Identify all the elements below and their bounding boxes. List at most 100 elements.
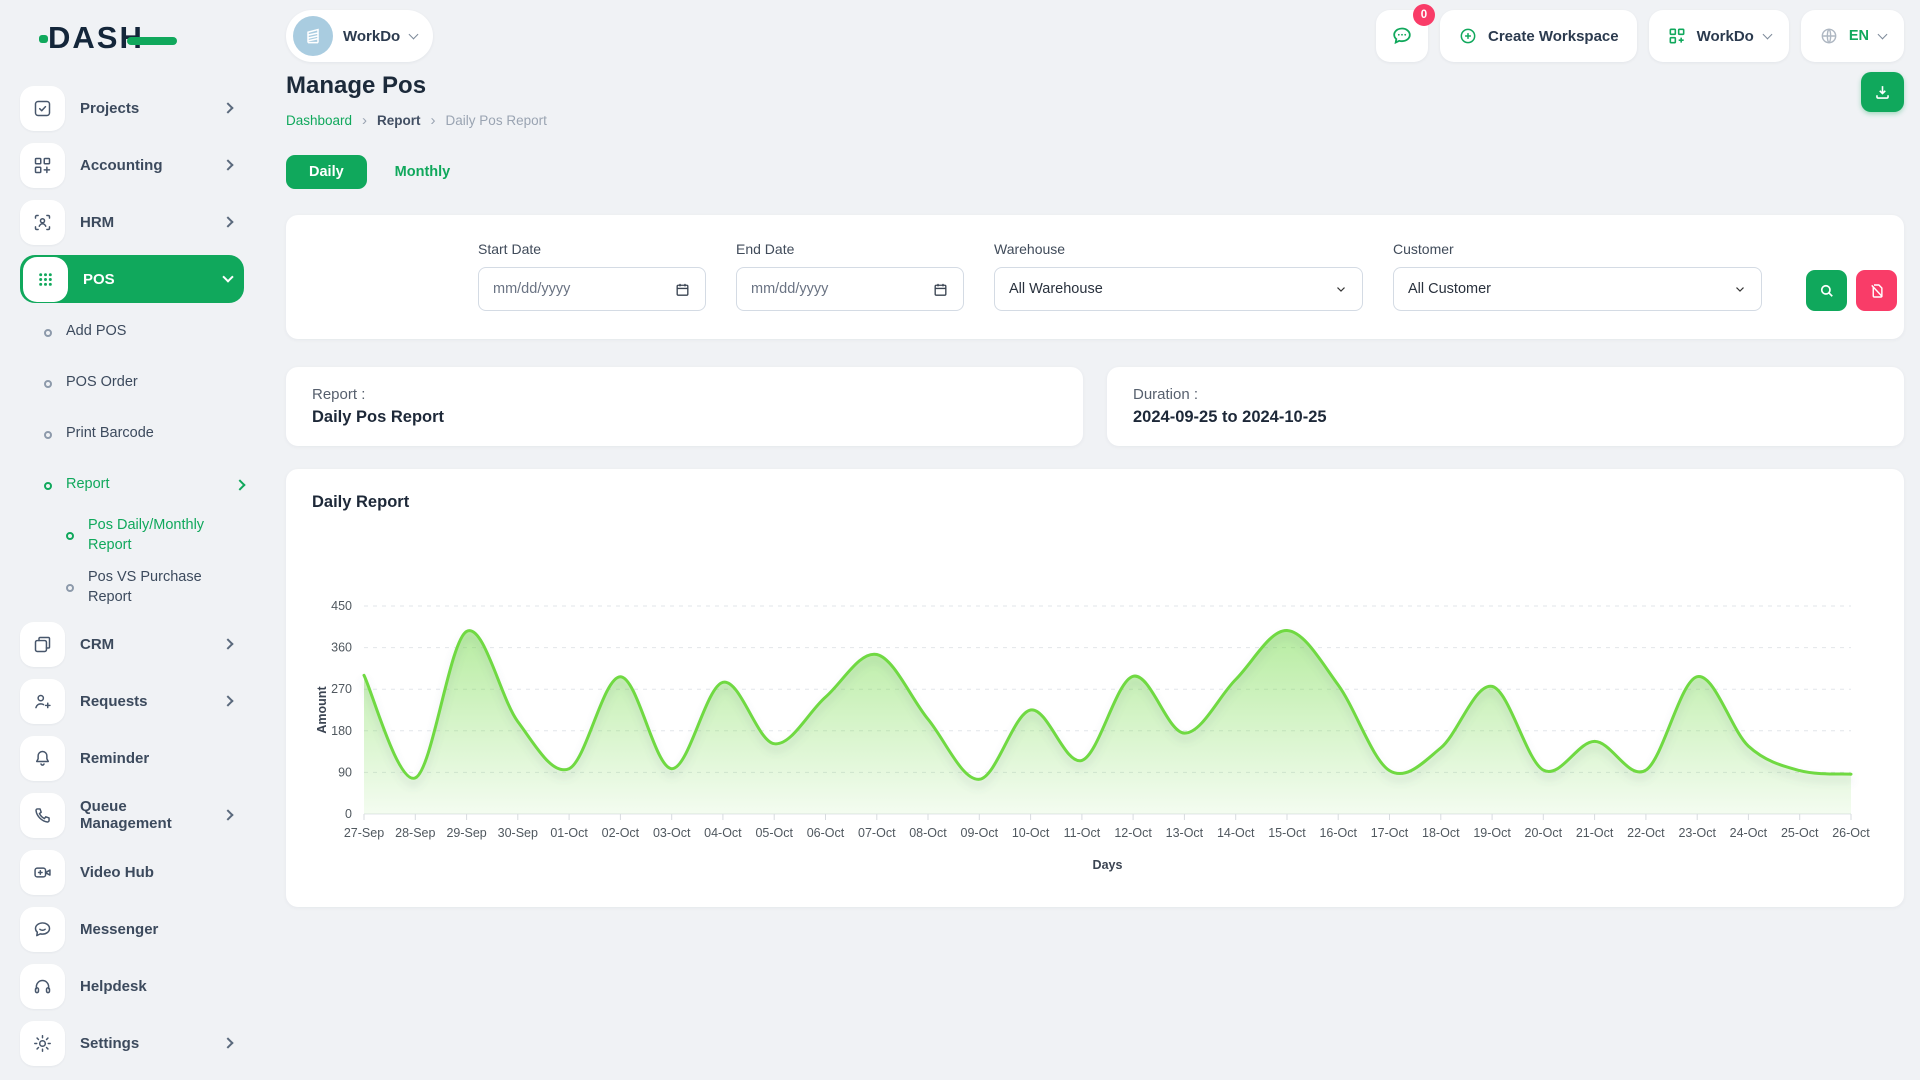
top-header: WorkDo 0 Create Workspace WorkDo EN [262, 8, 1904, 64]
bullet-icon [44, 329, 52, 337]
customer-field-group: Customer All Customer [1393, 241, 1762, 311]
svg-text:Amount: Amount [315, 686, 329, 734]
sidebar-item-helpdesk[interactable]: Helpdesk [20, 962, 244, 1010]
plus-circle-icon [1458, 26, 1478, 46]
logo-dot-icon [39, 35, 48, 43]
sidebar-item-pos-vs-purchase-report[interactable]: Pos VS Purchase Report [20, 568, 244, 607]
report-label: Report : [312, 386, 1057, 403]
sidebar-item-label: Add POS [66, 322, 126, 342]
end-date-input[interactable]: mm/dd/yyyy [736, 267, 964, 311]
sidebar-item-settings[interactable]: Settings [20, 1019, 244, 1067]
svg-text:270: 270 [331, 682, 352, 696]
chevron-right-icon: › [362, 112, 367, 129]
sidebar-item-label: Settings [80, 1035, 139, 1052]
sidebar-item-pos-order[interactable]: POS Order [20, 363, 244, 403]
search-icon [1818, 282, 1836, 300]
sidebar-item-requests[interactable]: Requests [20, 677, 244, 725]
sidebar-item-label: Report [66, 475, 110, 495]
sidebar-item-projects[interactable]: Projects [20, 84, 244, 132]
sidebar-item-crm[interactable]: CRM [20, 620, 244, 668]
sidebar-item-add-pos[interactable]: Add POS [20, 312, 244, 352]
workspace-switcher[interactable]: WorkDo [286, 10, 433, 62]
svg-text:Days: Days [1093, 858, 1123, 872]
svg-text:450: 450 [331, 599, 352, 613]
chart-title: Daily Report [312, 493, 1878, 512]
sidebar-item-pos[interactable]: POS [20, 255, 244, 303]
duration-value: 2024-09-25 to 2024-10-25 [1133, 408, 1878, 427]
duration-summary-card: Duration : 2024-09-25 to 2024-10-25 [1107, 367, 1904, 446]
sidebar-item-label: Helpdesk [80, 978, 147, 995]
tab-monthly[interactable]: Monthly [395, 164, 451, 180]
grid-plus-icon [1667, 26, 1687, 46]
svg-text:16-Oct: 16-Oct [1319, 826, 1357, 840]
bell-icon [20, 736, 65, 781]
page-title: Manage Pos [286, 72, 547, 100]
svg-text:05-Oct: 05-Oct [755, 826, 793, 840]
header-actions: 0 Create Workspace WorkDo EN [1376, 10, 1904, 62]
company-menu-label: WorkDo [1697, 28, 1754, 45]
chevron-right-icon [222, 159, 233, 170]
globe-icon [1819, 26, 1839, 46]
svg-text:04-Oct: 04-Oct [704, 826, 742, 840]
company-menu-button[interactable]: WorkDo [1649, 10, 1789, 62]
sidebar-item-print-barcode[interactable]: Print Barcode [20, 414, 244, 454]
warehouse-select[interactable]: All Warehouse [994, 267, 1363, 311]
svg-text:07-Oct: 07-Oct [858, 826, 896, 840]
start-date-input[interactable]: mm/dd/yyyy [478, 267, 706, 311]
chevron-down-icon [1733, 282, 1747, 296]
svg-text:180: 180 [331, 724, 352, 738]
create-workspace-button[interactable]: Create Workspace [1440, 10, 1637, 62]
sidebar-item-label: Reminder [80, 750, 149, 767]
language-selector[interactable]: EN [1801, 10, 1904, 62]
duration-label: Duration : [1133, 386, 1878, 403]
create-workspace-label: Create Workspace [1488, 28, 1619, 45]
sidebar-item-label: Pos VS Purchase Report [88, 568, 238, 607]
building-icon [293, 16, 333, 56]
grid-plus-icon [20, 143, 65, 188]
sidebar-item-hrm[interactable]: HRM [20, 198, 244, 246]
sidebar-item-reminder[interactable]: Reminder [20, 734, 244, 782]
breadcrumb-report[interactable]: Report [377, 113, 421, 128]
svg-text:30-Sep: 30-Sep [498, 826, 538, 840]
customer-select[interactable]: All Customer [1393, 267, 1762, 311]
chevron-right-icon [222, 1038, 233, 1049]
breadcrumb-dashboard[interactable]: Dashboard [286, 113, 352, 128]
warehouse-field-group: Warehouse All Warehouse [994, 241, 1363, 311]
svg-text:06-Oct: 06-Oct [807, 826, 845, 840]
apply-filter-button[interactable] [1806, 270, 1847, 311]
chevron-down-icon [409, 30, 419, 40]
customer-label: Customer [1393, 241, 1762, 257]
svg-text:17-Oct: 17-Oct [1371, 826, 1409, 840]
reset-filter-button[interactable] [1856, 270, 1897, 311]
bullet-icon [44, 380, 52, 388]
svg-text:360: 360 [331, 641, 352, 655]
app-logo[interactable]: DASH [48, 6, 244, 70]
sidebar-item-label: Accounting [80, 157, 163, 174]
svg-text:01-Oct: 01-Oct [550, 826, 588, 840]
download-report-button[interactable] [1861, 72, 1904, 112]
sidebar-item-pos-daily-monthly-report[interactable]: Pos Daily/Monthly Report [20, 516, 244, 555]
svg-text:90: 90 [338, 765, 352, 779]
tab-daily[interactable]: Daily [286, 155, 367, 189]
sidebar-item-video-hub[interactable]: Video Hub [20, 848, 244, 896]
report-summary-card: Report : Daily Pos Report [286, 367, 1083, 446]
chevron-right-icon [222, 102, 233, 113]
sidebar-item-queue-management[interactable]: Queue Management [20, 791, 244, 839]
layout-squares-icon [20, 622, 65, 667]
sidebar: DASH Projects Accounting HRM POS Add POS… [0, 0, 262, 1080]
messages-button[interactable]: 0 [1376, 10, 1428, 62]
report-mode-tabs: Daily Monthly [286, 155, 1904, 189]
sidebar-item-report[interactable]: Report [20, 465, 244, 505]
filter-actions [1806, 270, 1897, 311]
sidebar-item-label: HRM [80, 214, 114, 231]
sidebar-item-messenger[interactable]: Messenger [20, 905, 244, 953]
breadcrumb: Dashboard › Report › Daily Pos Report [286, 112, 547, 129]
bullet-icon [44, 482, 52, 490]
logo-bar-icon [127, 37, 177, 45]
sidebar-item-label: Pos Daily/Monthly Report [88, 516, 238, 555]
phone-icon [20, 793, 65, 838]
chevron-right-icon [222, 639, 233, 650]
workspace-name: WorkDo [343, 28, 400, 45]
sidebar-item-accounting[interactable]: Accounting [20, 141, 244, 189]
sidebar-item-label: Messenger [80, 921, 158, 938]
